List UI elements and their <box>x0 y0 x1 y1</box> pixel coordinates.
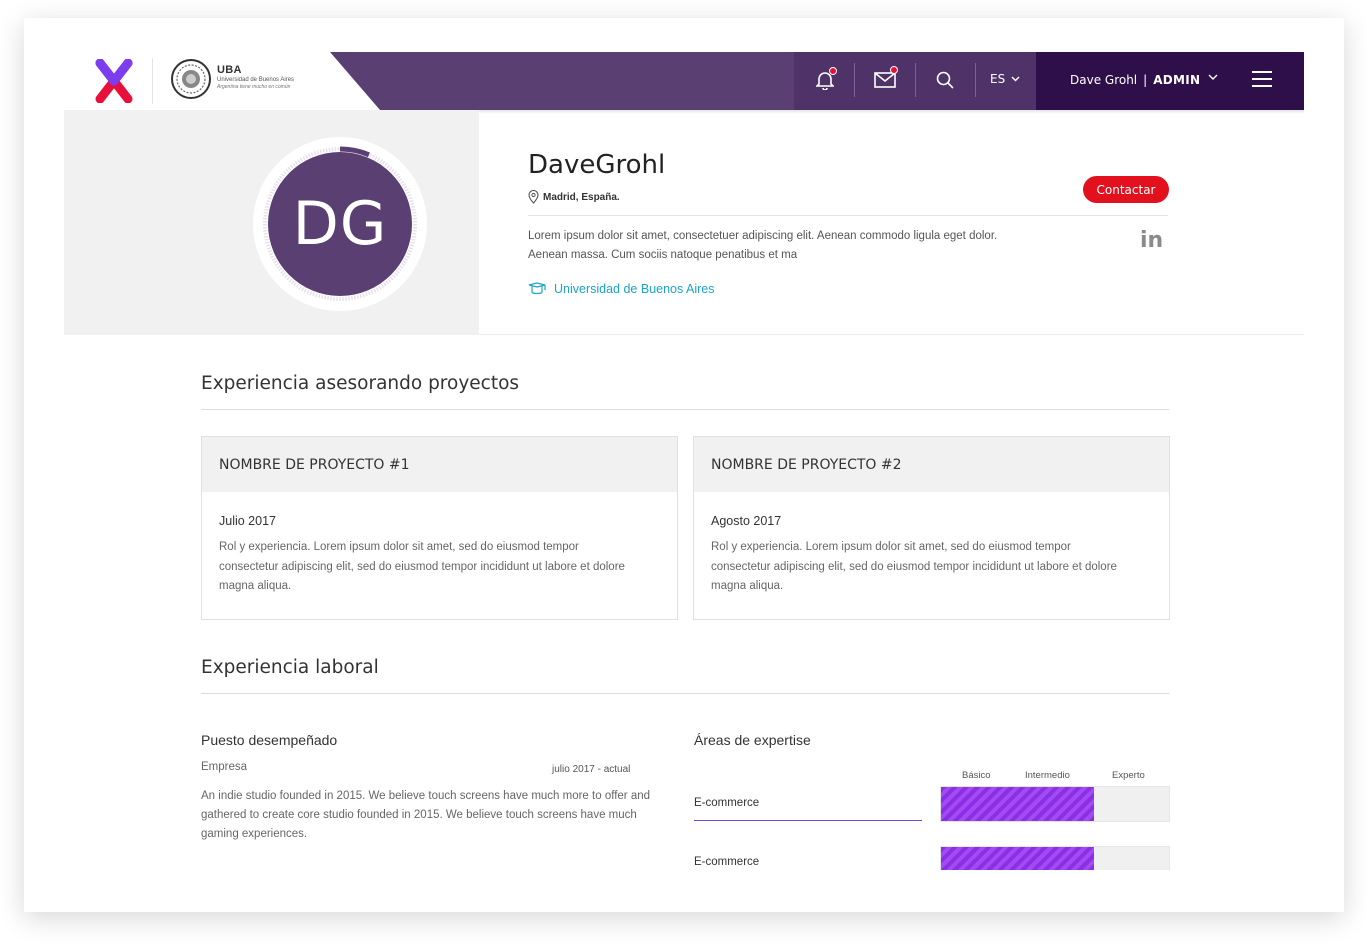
university-link[interactable]: Universidad de Buenos Aires <box>528 282 715 296</box>
skill-level-fill <box>941 787 1094 821</box>
uba-name: Universidad de Buenos Aires <box>217 77 295 83</box>
expertise-title: Áreas de expertise <box>694 732 811 748</box>
project-card-description: Rol y experiencia. Lorem ipsum dolor sit… <box>219 541 625 592</box>
project-card-title: NOMBRE DE PROYECTO #2 <box>694 437 1169 492</box>
project-card-date: Agosto 2017 <box>711 514 782 528</box>
skill-underline <box>694 820 922 821</box>
language-label: ES <box>990 72 1006 86</box>
project-card-date: Julio 2017 <box>219 514 276 528</box>
contact-button[interactable]: Contactar <box>1083 176 1169 203</box>
search-button[interactable] <box>930 65 960 95</box>
job-description: An indie studio founded in 2015. We beli… <box>201 790 650 840</box>
job-title: Puesto desempeñado <box>201 732 338 748</box>
level-expert-label: Experto <box>1112 770 1145 781</box>
uba-wordmark: UBA Universidad de Buenos Aires Argentin… <box>217 64 294 90</box>
project-card[interactable]: NOMBRE DE PROYECTO #1 Julio 2017 Rol y e… <box>201 436 678 620</box>
profile-name: DaveGrohl <box>528 150 666 180</box>
skill-level-bar <box>940 846 1170 870</box>
graduation-cap-icon <box>528 282 546 295</box>
skill-level-bar <box>940 786 1170 822</box>
university-name: Universidad de Buenos Aires <box>554 282 715 296</box>
language-selector[interactable]: ES <box>990 72 1020 86</box>
notifications-button[interactable] <box>810 65 840 95</box>
chevron-down-icon <box>1011 76 1020 82</box>
location-text: Madrid, España. <box>543 191 620 203</box>
logo-divider <box>152 58 153 104</box>
search-icon <box>936 71 954 89</box>
job-company: Empresa <box>201 761 248 773</box>
page-frame: UBA Universidad de Buenos Aires Argentin… <box>24 18 1344 912</box>
user-menu-button[interactable]: Dave Grohl | ADMIN <box>1070 73 1200 87</box>
skill-label: E-commerce <box>694 856 760 868</box>
uba-motto: Argentina tiene mucho en común <box>217 84 291 90</box>
job-period: julio 2017 - actual <box>552 764 631 775</box>
project-card[interactable]: NOMBRE DE PROYECTO #2 Agosto 2017 Rol y … <box>693 436 1170 620</box>
projects-section-title: Experiencia asesorando proyectos <box>201 373 520 394</box>
hamburger-menu-icon[interactable] <box>1252 71 1272 87</box>
user-chevron-down-icon[interactable] <box>1208 74 1218 81</box>
message-dot <box>890 66 898 74</box>
project-card-title: NOMBRE DE PROYECTO #1 <box>202 437 677 492</box>
top-navbar: UBA Universidad de Buenos Aires Argentin… <box>64 52 1304 110</box>
user-separator: | <box>1143 73 1148 87</box>
notification-dot <box>829 67 837 75</box>
envelope-icon <box>874 72 896 88</box>
page-content: UBA Universidad de Buenos Aires Argentin… <box>64 52 1304 870</box>
profile-divider <box>528 215 1168 216</box>
messages-button[interactable] <box>870 65 900 95</box>
uba-seal-icon <box>171 59 211 99</box>
avatar[interactable]: DG <box>268 152 412 296</box>
uba-acronym: UBA <box>217 64 242 76</box>
work-section-title: Experiencia laboral <box>201 657 379 678</box>
skill-level-fill <box>941 847 1094 870</box>
level-basic-label: Básico <box>962 770 991 781</box>
profile-bio: Lorem ipsum dolor sit amet, consectetuer… <box>528 230 998 261</box>
x-logo-icon[interactable] <box>94 59 134 103</box>
user-role: ADMIN <box>1153 73 1201 87</box>
project-card-description: Rol y experiencia. Lorem ipsum dolor sit… <box>711 541 1117 592</box>
skill-label: E-commerce <box>694 797 760 809</box>
profile-location: Madrid, España. <box>528 190 620 204</box>
user-name: Dave Grohl <box>1070 73 1138 87</box>
location-pin-icon <box>528 190 539 204</box>
level-intermediate-label: Intermedio <box>1025 770 1070 781</box>
linkedin-icon[interactable]: in <box>1140 228 1163 253</box>
user-menu-area: Dave Grohl | ADMIN <box>1036 52 1304 110</box>
